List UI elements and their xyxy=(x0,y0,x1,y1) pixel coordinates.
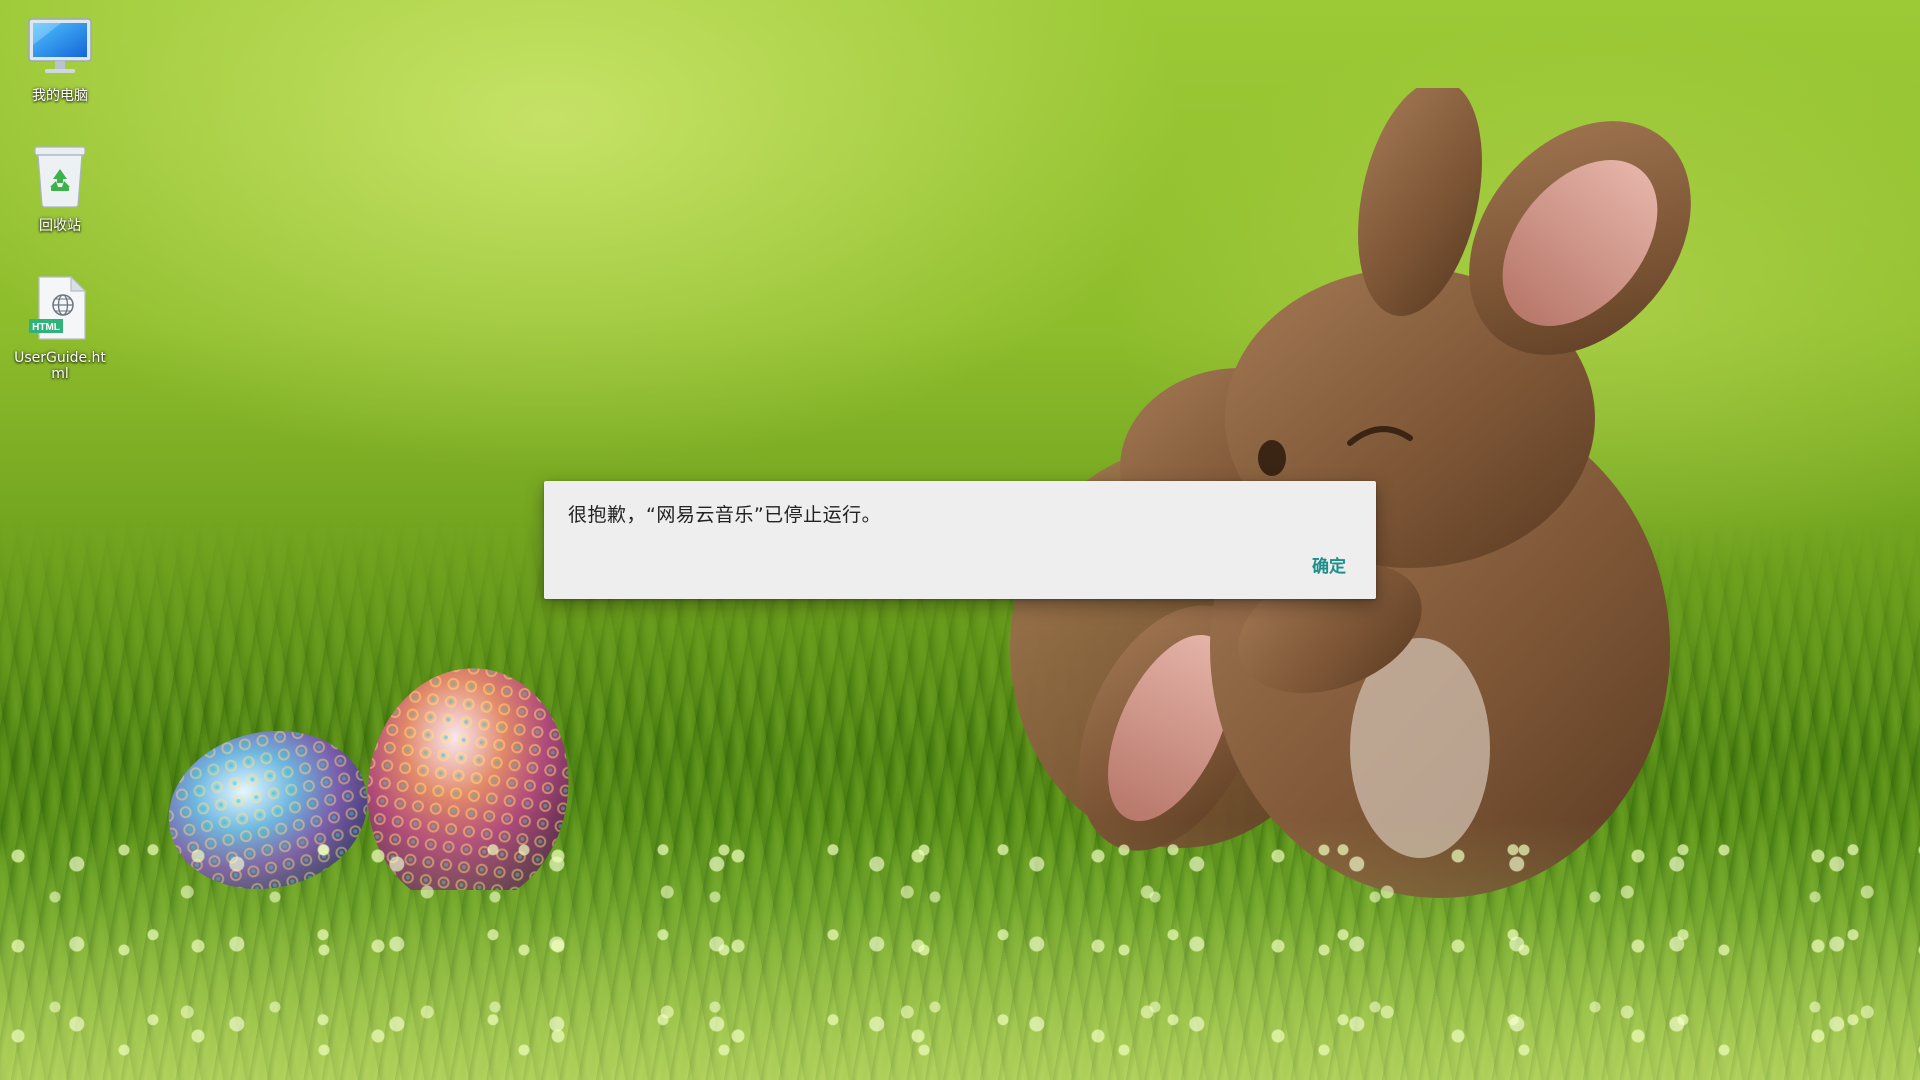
html-badge: HTML xyxy=(32,322,60,333)
desktop-icon-recycle-bin[interactable]: 回收站 xyxy=(8,140,112,234)
desktop-icon-my-computer[interactable]: 我的电脑 xyxy=(8,10,112,104)
app-stopped-dialog: 很抱歉，“网易云音乐”已停止运行。 确定 xyxy=(544,481,1376,599)
html-file-icon: HTML xyxy=(24,272,96,344)
desktop[interactable]: 我的电脑 回收站 HTML UserGuide.html 很抱歉，“网易云音乐”… xyxy=(0,0,1920,1080)
ok-button[interactable]: 确定 xyxy=(1306,548,1352,581)
desktop-icon-label: UserGuide.html xyxy=(14,350,106,382)
recycle-bin-icon xyxy=(24,140,96,212)
wallpaper-flowers xyxy=(0,820,1920,1080)
desktop-icon-label: 回收站 xyxy=(39,218,81,234)
computer-monitor-icon xyxy=(24,10,96,82)
desktop-icon-label: 我的电脑 xyxy=(32,88,88,104)
desktop-icon-userguide-html[interactable]: HTML UserGuide.html xyxy=(8,272,112,382)
dialog-message: 很抱歉，“网易云音乐”已停止运行。 xyxy=(568,504,882,526)
